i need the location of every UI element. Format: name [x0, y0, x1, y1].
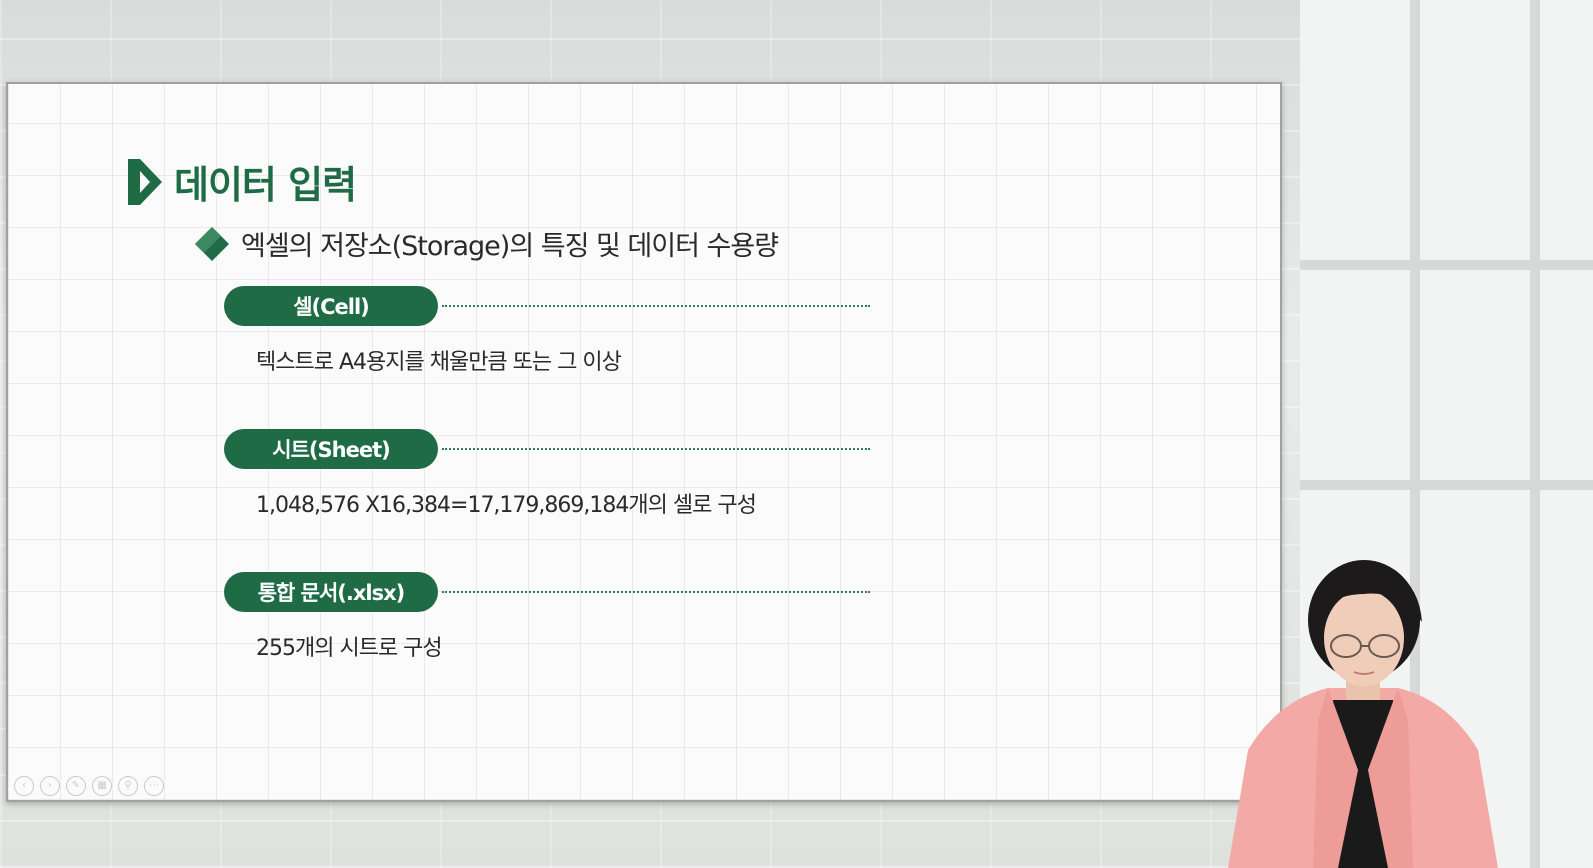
zoom-icon[interactable]: ⚲ — [118, 776, 138, 796]
dotted-divider — [442, 305, 870, 307]
chevron-bullet-icon — [128, 158, 162, 205]
section-label-pill: 셀(Cell) — [224, 286, 438, 326]
diamond-bullet-icon — [195, 226, 229, 261]
window-frame — [1530, 0, 1540, 868]
slide-title-row: 데이터 입력 — [128, 154, 357, 209]
slide-title: 데이터 입력 — [174, 163, 357, 207]
section-description: 255개의 시트로 구성 — [256, 636, 443, 661]
slides-icon[interactable]: ▦ — [92, 776, 112, 796]
next-icon[interactable]: › — [40, 776, 60, 796]
slideshow-toolbar: ‹ › ✎ ▦ ⚲ ⋯ — [14, 776, 164, 796]
section-label-pill: 시트(Sheet) — [224, 429, 438, 469]
dotted-divider — [442, 448, 870, 450]
section-header: 셀(Cell) — [224, 286, 870, 326]
prev-icon[interactable]: ‹ — [14, 776, 34, 796]
slide-subtitle-row: 엑셀의 저장소(Storage)의 특징 및 데이터 수용량 — [193, 224, 779, 263]
section-header: 통합 문서(.xlsx) — [224, 572, 870, 612]
slide-subtitle: 엑셀의 저장소(Storage)의 특징 및 데이터 수용량 — [241, 231, 779, 262]
dotted-divider — [442, 591, 870, 593]
presentation-slide: 데이터 입력 엑셀의 저장소(Storage)의 특징 및 데이터 수용량 셀(… — [6, 82, 1282, 802]
section-label-pill: 통합 문서(.xlsx) — [224, 572, 438, 612]
window-frame — [1300, 260, 1593, 270]
section-sheet: 시트(Sheet) 1,048,576 X16,384=17,179,869,1… — [224, 429, 870, 519]
pen-icon[interactable]: ✎ — [66, 776, 86, 796]
section-workbook: 통합 문서(.xlsx) 255개의 시트로 구성 — [224, 572, 870, 662]
section-description: 1,048,576 X16,384=17,179,869,184개의 셀로 구성 — [256, 493, 757, 518]
presenter-figure — [1228, 560, 1498, 868]
menu-icon[interactable]: ⋯ — [144, 776, 164, 796]
section-cell: 셀(Cell) 텍스트로 A4용지를 채울만큼 또는 그 이상 — [224, 286, 870, 376]
window-frame — [1300, 480, 1593, 490]
section-header: 시트(Sheet) — [224, 429, 870, 469]
section-description: 텍스트로 A4용지를 채울만큼 또는 그 이상 — [256, 350, 622, 375]
